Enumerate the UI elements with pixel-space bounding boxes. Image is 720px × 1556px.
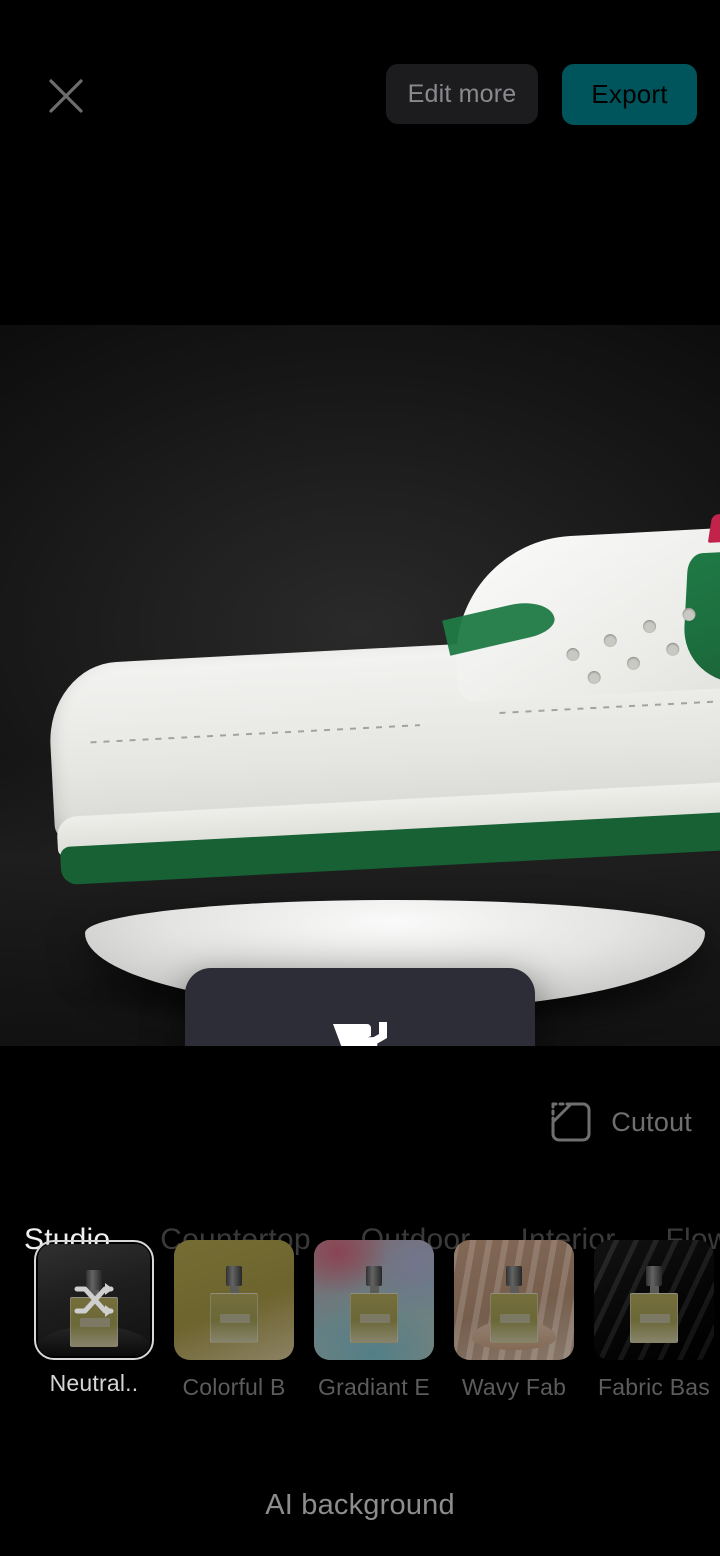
background-label: Fabric Bas xyxy=(598,1374,710,1400)
background-item-colorful[interactable]: Colorful B xyxy=(174,1240,294,1430)
close-icon xyxy=(45,75,87,117)
export-label: Export xyxy=(591,79,668,109)
cutout-icon xyxy=(549,1100,593,1144)
background-item-fabric-base[interactable]: Fabric Bas xyxy=(594,1240,714,1430)
ai-background-label: AI background xyxy=(265,1489,455,1521)
cutout-label: Cutout xyxy=(611,1106,692,1137)
shuffle-icon xyxy=(71,1277,117,1323)
dialog-scrim xyxy=(0,325,720,1046)
export-button[interactable]: Export xyxy=(562,64,697,125)
background-item-wavy-fabric[interactable]: Wavy Fab xyxy=(454,1240,574,1430)
background-thumbnail xyxy=(594,1240,714,1360)
background-thumbnail xyxy=(174,1240,294,1360)
background-label: Neutral.. xyxy=(49,1370,139,1396)
loading-dialog: Loading... 68% Cancel xyxy=(185,968,535,1046)
edit-more-button[interactable]: Edit more xyxy=(386,64,538,124)
image-preview-canvas[interactable]: Loading... 68% Cancel xyxy=(0,325,720,1046)
background-label: Colorful B xyxy=(182,1374,286,1400)
background-thumbnail xyxy=(454,1240,574,1360)
ai-background-button[interactable]: AI background xyxy=(0,1489,720,1522)
background-item-neutral[interactable]: Neutral.. xyxy=(34,1240,154,1430)
background-thumbnail-list[interactable]: Neutral.. Colorful B Gradiant E Wavy Fab… xyxy=(0,1240,720,1430)
background-label: Gradiant E xyxy=(318,1374,430,1400)
capcut-logo-icon xyxy=(327,1020,393,1046)
background-item-gradiant[interactable]: Gradiant E xyxy=(314,1240,434,1430)
background-thumbnail xyxy=(38,1244,150,1356)
background-label: Wavy Fab xyxy=(461,1374,567,1400)
close-button[interactable] xyxy=(38,68,94,124)
edit-more-label: Edit more xyxy=(407,79,517,108)
background-thumbnail xyxy=(314,1240,434,1360)
capcut-editor-screen: Edit more Export Cutout Studio Neutral..… xyxy=(0,0,720,1556)
top-bar: Edit more Export xyxy=(0,0,720,160)
cutout-button[interactable]: Cutout xyxy=(549,1100,692,1144)
